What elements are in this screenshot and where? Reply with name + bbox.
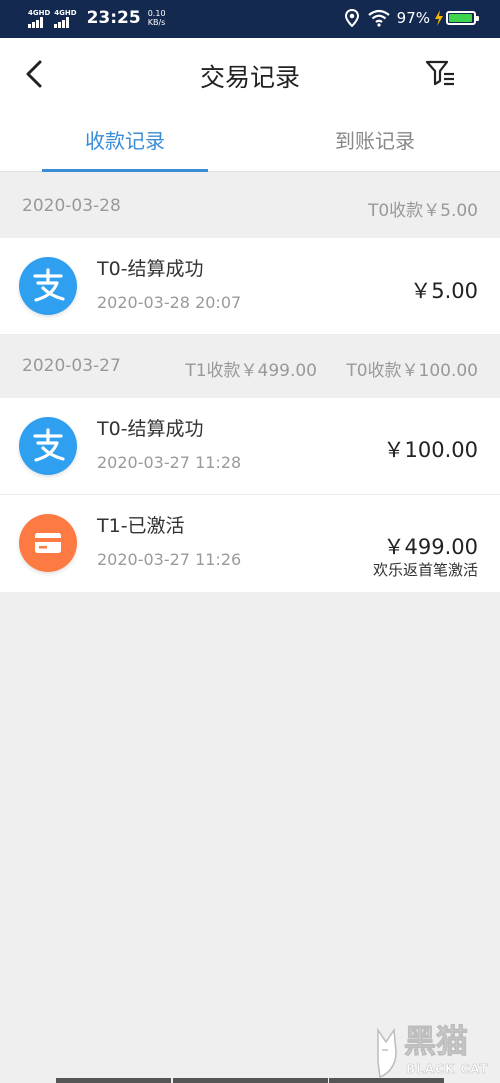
- transaction-time: 2020-03-27 11:28: [97, 453, 242, 472]
- wifi-icon: [367, 9, 390, 27]
- speed-value: 0.10: [147, 9, 166, 18]
- watermark-brand-en: BLACK CAT: [406, 1062, 489, 1077]
- transaction-time: 2020-03-28 20:07: [97, 293, 242, 312]
- network-type-label: 4GHD: [28, 8, 51, 17]
- group-summary: T0收款￥100.00: [346, 361, 478, 381]
- active-tab-indicator: [42, 169, 208, 172]
- tab-collection-records[interactable]: 收款记录: [0, 110, 250, 172]
- transaction-title: T0-结算成功: [97, 258, 204, 280]
- clock: 23:25: [86, 8, 141, 28]
- nav-bar: 交易记录: [0, 38, 500, 110]
- battery-fill: [449, 14, 472, 22]
- battery-percent: 97%: [396, 9, 430, 27]
- transaction-row[interactable]: T1-已激活 2020-03-27 11:26 ￥499.00 欢乐返首笔激活: [0, 495, 500, 592]
- battery-icon: [446, 11, 479, 25]
- signal-2-icon: 4GHD: [54, 8, 77, 28]
- tab-bar: 收款记录 到账记录: [0, 110, 500, 172]
- transaction-amount: ￥5.00: [410, 279, 478, 303]
- nav-key-right[interactable]: [328, 1078, 444, 1083]
- transaction-amount: ￥100.00: [383, 438, 478, 462]
- transaction-note: 欢乐返首笔激活: [372, 561, 478, 579]
- group-date: 2020-03-27: [22, 356, 121, 376]
- tab-arrival-records[interactable]: 到账记录: [250, 110, 500, 172]
- status-bar: 4GHD 4GHD 23:25 0.10 KB/s 97%: [0, 0, 500, 38]
- transaction-title: T1-已激活: [97, 515, 185, 537]
- alipay-icon: [19, 257, 77, 315]
- network-type-label: 4GHD: [54, 8, 77, 17]
- transaction-row[interactable]: T0-结算成功 2020-03-27 11:28 ￥100.00: [0, 398, 500, 495]
- bottom-gesture-bar: [0, 1078, 500, 1083]
- group-summary: T1收款￥499.00: [185, 361, 317, 381]
- signal-1-icon: 4GHD: [28, 9, 50, 28]
- watermark-logo: 黑猫 BLACK CAT: [374, 1022, 492, 1080]
- filter-button[interactable]: [424, 56, 460, 92]
- status-right: 97%: [344, 9, 479, 27]
- filter-list-icon: [425, 60, 454, 86]
- alipay-icon: [19, 417, 77, 475]
- watermark-brand-cn: 黑猫: [403, 1022, 469, 1061]
- group-date: 2020-03-28: [22, 196, 121, 216]
- speed-unit: KB/s: [147, 18, 166, 27]
- card-icon: [19, 514, 77, 572]
- date-group-header: 2020-03-27 T1收款￥499.00 T0收款￥100.00: [0, 336, 500, 398]
- status-left: 4GHD 4GHD 23:25 0.10 KB/s: [28, 7, 166, 29]
- transaction-amount: ￥499.00: [383, 535, 478, 559]
- nav-key-center[interactable]: [172, 1078, 328, 1083]
- date-group-header: 2020-03-28 T0收款￥5.00: [0, 176, 500, 238]
- nav-key-left[interactable]: [56, 1078, 172, 1083]
- transaction-row[interactable]: T0-结算成功 2020-03-28 20:07 ￥5.00: [0, 238, 500, 335]
- network-speed: 0.10 KB/s: [148, 9, 166, 27]
- group-summary: T0收款￥5.00: [367, 201, 478, 221]
- transaction-time: 2020-03-27 11:26: [97, 550, 242, 569]
- charging-icon: [435, 10, 443, 26]
- transaction-title: T0-结算成功: [97, 418, 204, 440]
- location-icon: [344, 9, 359, 27]
